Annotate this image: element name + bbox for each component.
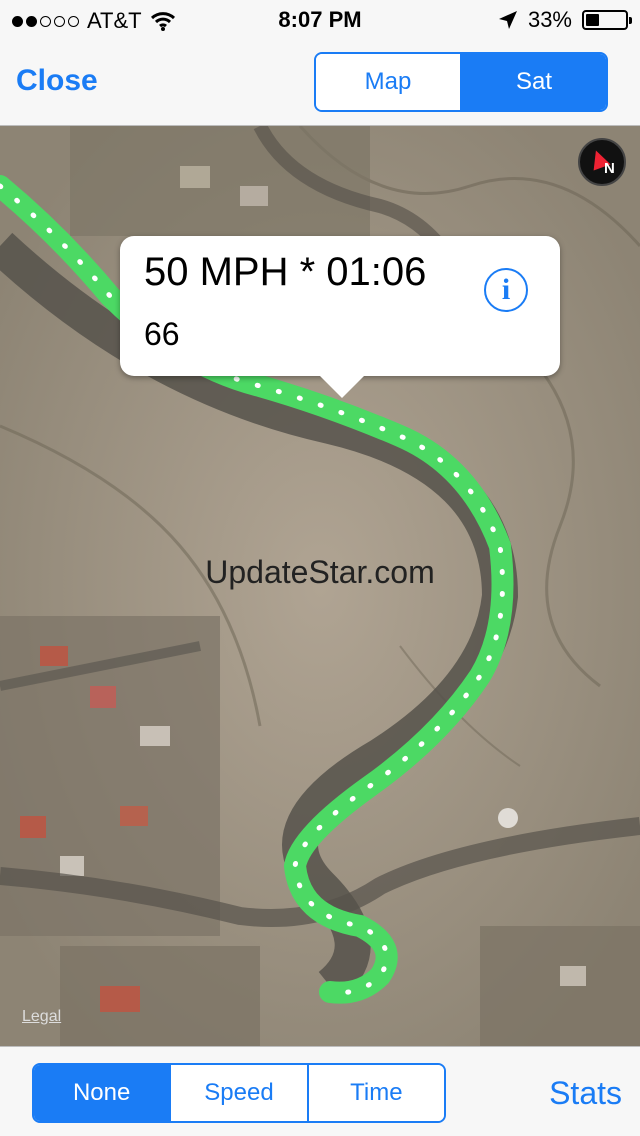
compass-icon[interactable]: N bbox=[578, 138, 626, 186]
callout-title: 50 MPH * 01:06 bbox=[144, 250, 427, 294]
none-segment[interactable]: None bbox=[34, 1065, 172, 1121]
callout-subtitle: 66 bbox=[144, 316, 180, 352]
navigation-bar: Close Map Sat bbox=[0, 40, 640, 126]
map-segment[interactable]: Map bbox=[316, 54, 462, 110]
watermark-text: UpdateStar.com bbox=[205, 554, 435, 590]
speed-segment[interactable]: Speed bbox=[171, 1065, 309, 1121]
speed-callout[interactable]: 50 MPH * 01:06 66 i bbox=[120, 236, 560, 398]
status-bar: AT&T 8:07 PM 33% bbox=[0, 0, 640, 40]
stats-button[interactable]: Stats bbox=[549, 1075, 622, 1112]
color-filter-segmented-control: None Speed Time bbox=[32, 1063, 446, 1123]
battery-percent: 33% bbox=[527, 7, 572, 32]
time-segment[interactable]: Time bbox=[308, 1065, 444, 1121]
bottom-toolbar: None Speed Time Stats bbox=[0, 1046, 640, 1136]
location-arrow-icon bbox=[498, 11, 517, 29]
sat-segment[interactable]: Sat bbox=[462, 54, 606, 110]
info-icon[interactable]: i bbox=[484, 268, 528, 312]
map-type-segmented-control: Map Sat bbox=[314, 52, 608, 112]
legal-link[interactable]: Legal bbox=[22, 1008, 61, 1026]
battery-icon bbox=[582, 10, 632, 30]
satellite-map[interactable]: N 50 MPH * 01:06 66 i UpdateStar.com Leg… bbox=[0, 126, 640, 1046]
close-button[interactable]: Close bbox=[16, 64, 98, 98]
